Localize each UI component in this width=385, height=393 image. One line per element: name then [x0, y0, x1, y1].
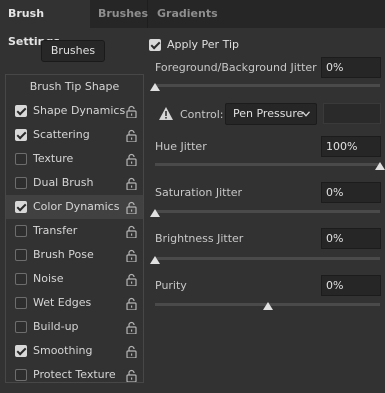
brush-tip-shape-item[interactable]: Brush Tip Shape: [6, 75, 143, 99]
hue-jitter-slider[interactable]: [155, 162, 385, 170]
hue-jitter-input[interactable]: 100%: [321, 136, 381, 157]
option-checkbox[interactable]: [15, 369, 27, 381]
brush-option-row[interactable]: Build-up: [6, 315, 143, 339]
brush-option-row[interactable]: Protect Texture: [6, 363, 143, 387]
brush-option-row[interactable]: Wet Edges: [6, 291, 143, 315]
lock-icon[interactable]: [126, 249, 137, 263]
brush-options-list: Brush Tip Shape Shape Dynamics Scattering T…: [5, 74, 144, 383]
tab-gradients[interactable]: Gradients: [149, 0, 218, 28]
chevron-down-icon: [302, 111, 310, 117]
fg-bg-jitter-input[interactable]: 0%: [321, 57, 381, 78]
option-checkbox[interactable]: [15, 273, 27, 285]
tab-bar: Brush Settings Brushes Gradients: [0, 0, 385, 48]
brightness-jitter-slider-thumb[interactable]: [150, 256, 160, 264]
lock-icon[interactable]: [126, 105, 137, 119]
fg-bg-jitter-slider-thumb[interactable]: [150, 83, 160, 91]
option-label: Brush Tip Shape: [29, 80, 120, 93]
option-label: Smoothing: [33, 344, 93, 357]
lock-icon[interactable]: [126, 201, 137, 215]
option-label: Dual Brush: [33, 176, 94, 189]
control-value-field[interactable]: [323, 103, 381, 124]
brush-option-row[interactable]: Color Dynamics: [6, 195, 143, 219]
lock-icon[interactable]: [126, 225, 137, 239]
brush-option-row[interactable]: Shape Dynamics: [6, 99, 143, 123]
saturation-jitter-slider[interactable]: [150, 209, 380, 217]
option-label: Protect Texture: [33, 368, 116, 381]
lock-icon[interactable]: [126, 129, 137, 143]
brush-option-row[interactable]: Texture: [6, 147, 143, 171]
option-checkbox[interactable]: [15, 321, 27, 333]
fg-bg-jitter-slider[interactable]: [150, 83, 380, 91]
control-dropdown-value: Pen Pressure: [233, 107, 304, 120]
brush-option-row[interactable]: Noise: [6, 267, 143, 291]
option-label: Brush Pose: [33, 248, 94, 261]
brush-option-row[interactable]: Scattering: [6, 123, 143, 147]
fg-bg-jitter-label: Foreground/Background Jitter: [155, 61, 317, 74]
tab-brush-settings[interactable]: Brush Settings: [0, 0, 90, 48]
hue-jitter-slider-thumb[interactable]: [375, 162, 385, 170]
option-checkbox[interactable]: [15, 249, 27, 261]
purity-label: Purity: [155, 279, 187, 292]
apply-per-tip-checkbox[interactable]: [149, 39, 161, 51]
purity-slider[interactable]: [155, 302, 380, 310]
option-checkbox[interactable]: [15, 297, 27, 309]
option-label: Transfer: [33, 224, 78, 237]
option-checkbox[interactable]: [15, 177, 27, 189]
option-checkbox[interactable]: [15, 129, 27, 141]
option-checkbox[interactable]: [15, 201, 27, 213]
option-label: Wet Edges: [33, 296, 92, 309]
lock-icon[interactable]: [126, 297, 137, 311]
control-label: Control:: [180, 108, 224, 121]
brightness-jitter-label: Brightness Jitter: [155, 232, 244, 245]
brush-option-row[interactable]: Smoothing: [6, 339, 143, 363]
option-label: Shape Dynamics: [33, 104, 126, 117]
option-checkbox[interactable]: [15, 153, 27, 165]
lock-icon[interactable]: [126, 273, 137, 287]
brightness-jitter-slider[interactable]: [150, 256, 380, 264]
warning-icon: [159, 107, 173, 120]
option-label: Texture: [33, 152, 74, 165]
lock-icon[interactable]: [126, 369, 137, 383]
brush-option-row[interactable]: Brush Pose: [6, 243, 143, 267]
brushes-button[interactable]: Brushes: [41, 40, 105, 62]
tab-brushes[interactable]: Brushes: [90, 0, 148, 28]
option-label: Scattering: [33, 128, 90, 141]
option-label: Build-up: [33, 320, 79, 333]
option-checkbox[interactable]: [15, 345, 27, 357]
lock-icon[interactable]: [126, 345, 137, 359]
control-dropdown[interactable]: Pen Pressure: [225, 103, 317, 125]
brightness-jitter-input[interactable]: 0%: [321, 228, 381, 249]
hue-jitter-label: Hue Jitter: [155, 140, 207, 153]
option-checkbox[interactable]: [15, 225, 27, 237]
purity-slider-thumb[interactable]: [262, 302, 273, 310]
brush-option-row[interactable]: Dual Brush: [6, 171, 143, 195]
purity-input[interactable]: 0%: [321, 275, 381, 296]
saturation-jitter-label: Saturation Jitter: [155, 186, 243, 199]
option-label: Color Dynamics: [33, 200, 120, 213]
lock-icon[interactable]: [126, 153, 137, 167]
brush-option-row[interactable]: Transfer: [6, 219, 143, 243]
option-checkbox[interactable]: [15, 105, 27, 117]
apply-per-tip-label: Apply Per Tip: [167, 38, 239, 51]
lock-icon[interactable]: [126, 177, 137, 191]
saturation-jitter-input[interactable]: 0%: [321, 182, 381, 203]
lock-icon[interactable]: [126, 321, 137, 335]
saturation-jitter-slider-thumb[interactable]: [150, 209, 160, 217]
option-label: Noise: [33, 272, 64, 285]
